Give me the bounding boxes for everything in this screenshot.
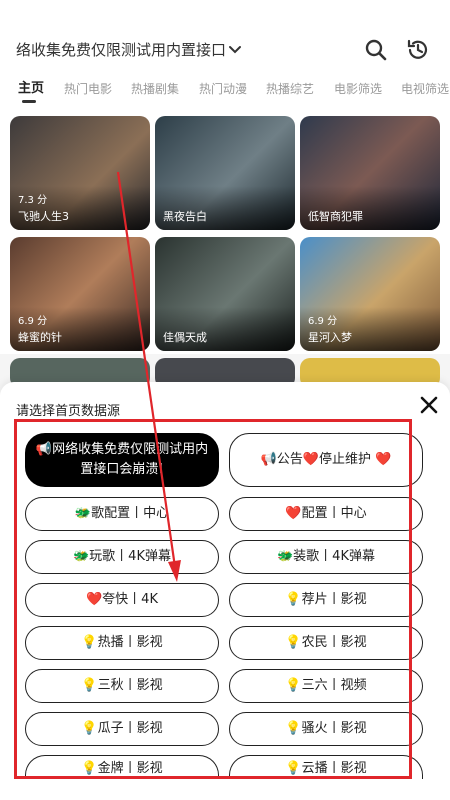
poster-card[interactable]: 7.3 分 飞驰人生3 — [10, 116, 150, 230]
poster-title: 佳偶天成 — [163, 331, 207, 344]
tab-home[interactable]: 主页 — [18, 78, 44, 100]
poster-card[interactable]: 6.9 分 蜂蜜的针 — [10, 237, 150, 351]
poster-title: 低智商犯罪 — [308, 210, 363, 223]
source-label: 💡金牌丨影视 — [81, 761, 163, 776]
poster-card[interactable]: 6.9 分 星河入梦 — [300, 237, 440, 351]
poster-title: 星河入梦 — [308, 331, 352, 344]
source-title[interactable]: 络收集免费仅限测试用内置接口会 — [16, 38, 226, 62]
source-button[interactable]: 💡骚火丨影视 — [229, 712, 423, 746]
source-button[interactable]: 💡金牌丨影视 — [25, 755, 219, 779]
source-button[interactable]: 🐲玩歌丨4K弹幕 — [25, 540, 219, 574]
poster-score: 6.9 分 — [18, 316, 48, 327]
source-button[interactable]: 📢公告❤️停止维护 ❤️ — [229, 433, 423, 487]
chevron-down-icon[interactable] — [228, 38, 242, 62]
source-button[interactable]: 💡热播丨影视 — [25, 626, 219, 660]
source-label: 💡云播丨影视 — [285, 761, 367, 776]
source-button[interactable]: 💡农民丨影视 — [229, 626, 423, 660]
poster-card[interactable]: 佳偶天成 — [155, 237, 295, 351]
source-label: ❤️配置丨中心 — [285, 506, 367, 521]
active-tab-indicator — [22, 100, 36, 103]
top-bar: 络收集免费仅限测试用内置接口会 — [0, 28, 450, 72]
sheet-title: 请选择首页数据源 — [16, 404, 121, 419]
poster-score: 6.9 分 — [308, 316, 338, 327]
source-label: 💡农民丨影视 — [285, 635, 367, 650]
source-label: 📢公告❤️停止维护 ❤️ — [260, 452, 392, 467]
poster-card[interactable]: 黑夜告白 — [155, 116, 295, 230]
source-label: ❤️夸快丨4K — [86, 592, 158, 607]
source-button[interactable]: 💡荐片丨影视 — [229, 583, 423, 617]
source-label: 💡热播丨影视 — [81, 635, 163, 650]
tab-hot-anime[interactable]: 热门动漫 — [199, 78, 247, 100]
source-button[interactable]: 💡瓜子丨影视 — [25, 712, 219, 746]
source-label: 💡瓜子丨影视 — [81, 721, 163, 736]
source-label: 📢网络收集免费仅限测试用内置接口会崩溃! — [35, 442, 209, 477]
source-button[interactable]: ❤️夸快丨4K — [25, 583, 219, 617]
tab-hot-series[interactable]: 热播剧集 — [131, 78, 179, 100]
poster-title: 蜂蜜的针 — [18, 331, 62, 344]
poster-grid: 7.3 分 飞驰人生3 黑夜告白 低智商犯罪 6.9 分 蜂蜜的针 佳偶天成 6… — [10, 116, 440, 388]
source-button[interactable]: 🐲歌配置丨中心 — [25, 497, 219, 531]
source-label: 🐲装歌丨4K弹幕 — [277, 549, 375, 564]
category-tabs: 主页 热门电影 热播剧集 热门动漫 热播综艺 电影筛选 电视筛选 — [0, 78, 450, 104]
source-button[interactable]: 🐲装歌丨4K弹幕 — [229, 540, 423, 574]
poster-title: 飞驰人生3 — [18, 210, 69, 223]
source-label: 💡骚火丨影视 — [285, 721, 367, 736]
source-button[interactable]: 💡三秋丨影视 — [25, 669, 219, 703]
source-label: 💡荐片丨影视 — [285, 592, 367, 607]
source-button[interactable]: ❤️配置丨中心 — [229, 497, 423, 531]
source-label: 💡三六丨视频 — [285, 678, 367, 693]
history-icon[interactable] — [404, 36, 432, 64]
close-icon[interactable] — [416, 392, 442, 418]
tab-movie-filter[interactable]: 电影筛选 — [334, 78, 382, 100]
source-label: 🐲玩歌丨4K弹幕 — [73, 549, 171, 564]
source-label: 🐲歌配置丨中心 — [74, 506, 170, 521]
tab-tv-filter[interactable]: 电视筛选 — [401, 78, 449, 100]
poster-title: 黑夜告白 — [163, 210, 207, 223]
poster-score: 7.3 分 — [18, 195, 48, 206]
source-button[interactable]: 💡三六丨视频 — [229, 669, 423, 703]
tab-hot-movies[interactable]: 热门电影 — [64, 78, 112, 100]
tab-hot-variety[interactable]: 热播综艺 — [266, 78, 314, 100]
source-label: 💡三秋丨影视 — [81, 678, 163, 693]
poster-card[interactable]: 低智商犯罪 — [300, 116, 440, 230]
search-icon[interactable] — [362, 36, 390, 64]
source-button[interactable]: 💡云播丨影视 — [229, 755, 423, 779]
source-button-selected[interactable]: 📢网络收集免费仅限测试用内置接口会崩溃! — [25, 433, 219, 487]
